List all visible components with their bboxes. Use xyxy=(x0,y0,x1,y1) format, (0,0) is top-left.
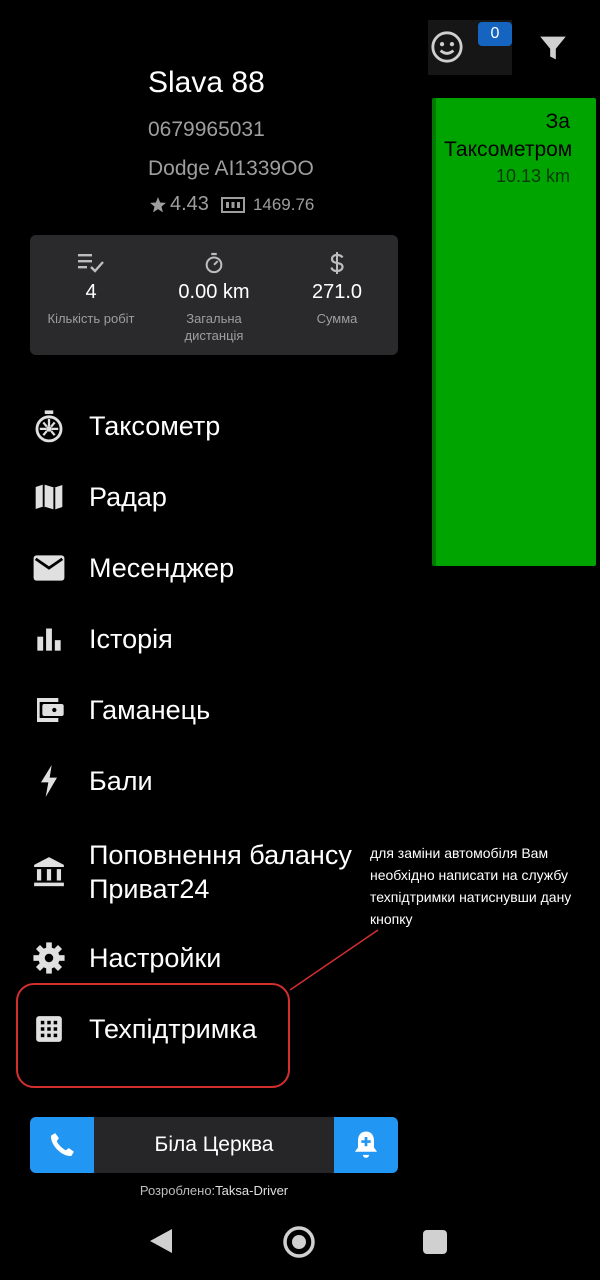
menu-item-label: Месенджер xyxy=(89,553,235,583)
city-bar: Біла Церква xyxy=(30,1117,398,1173)
stat-distance-label: Загальна дистанція xyxy=(184,311,244,343)
menu-item-label: Радар xyxy=(89,482,167,512)
menu-item-label: Бали xyxy=(89,766,153,796)
bar-chart-icon xyxy=(37,628,61,651)
menu-item-radar[interactable]: Радар xyxy=(30,469,410,525)
order-card-title: За Таксометром xyxy=(444,110,573,161)
back-icon[interactable] xyxy=(148,1227,174,1255)
balance-icon xyxy=(220,196,245,213)
order-card-distance: 10.13 km xyxy=(495,166,570,186)
rating-row: 4.43 1469.76 xyxy=(148,193,314,216)
stat-jobs-label: Кількість робіт xyxy=(47,311,135,326)
call-button[interactable] xyxy=(30,1117,94,1173)
bank-icon xyxy=(34,857,64,887)
stat-distance-value: 0.00 km xyxy=(178,281,250,303)
alert-button[interactable] xyxy=(334,1117,398,1173)
credits-author: Taksa-Driver xyxy=(215,1183,289,1198)
menu-item-label: Настройки xyxy=(89,943,222,973)
stat-jobs: 4 Кількість робіт xyxy=(30,249,152,327)
phone-icon xyxy=(50,1133,74,1157)
balance-value: 1469.76 xyxy=(252,194,315,214)
stat-distance: 0.00 km Загальна дистанція xyxy=(153,249,275,344)
stat-sum: 271.0 Сумма xyxy=(276,249,398,327)
credits-prefix: Розроблено: xyxy=(139,1183,216,1198)
navigation-drawer: Slava 88 0679965031 Dodge AI1339OO 4.43 … xyxy=(0,0,418,1280)
city-name[interactable]: Біла Церква xyxy=(94,1117,334,1173)
rating-value: 4.43 xyxy=(170,193,209,215)
mail-icon xyxy=(33,555,65,581)
stats-panel: 4 Кількість робіт 0.00 km Загальна диста… xyxy=(30,235,398,355)
stat-sum-value: 271.0 xyxy=(311,281,363,303)
recent-apps-icon[interactable] xyxy=(422,1229,448,1255)
timer-icon xyxy=(205,252,223,274)
annotation-text: для заміни автомобіля Вам необхідно напи… xyxy=(370,845,572,927)
driver-car: Dodge AI1339OO xyxy=(148,157,314,180)
credits: Розроблено:Taksa-Driver xyxy=(0,1183,428,1198)
menu-item-label: Історія xyxy=(89,624,173,654)
gear-icon xyxy=(33,942,65,974)
menu-item-taximeter[interactable]: Таксометр xyxy=(30,398,410,454)
order-card[interactable]: За Таксометром 10.13 km xyxy=(432,98,596,566)
system-navigation-bar xyxy=(0,1205,600,1280)
menu-item-label: Гаманець xyxy=(89,695,211,725)
checklist-icon xyxy=(78,254,104,273)
stat-jobs-value: 4 xyxy=(85,281,97,303)
star-icon xyxy=(150,196,166,212)
support-highlight xyxy=(16,983,290,1088)
driver-phone: 0679965031 xyxy=(148,118,265,141)
home-icon[interactable] xyxy=(282,1225,316,1259)
bell-plus-icon xyxy=(354,1131,378,1158)
taximeter-icon xyxy=(35,410,63,443)
menu-item-history[interactable]: Історія xyxy=(30,611,410,667)
wallet-icon xyxy=(37,698,64,722)
smiley-icon[interactable] xyxy=(430,30,464,64)
menu-item-points[interactable]: Бали xyxy=(30,753,410,809)
menu-item-wallet[interactable]: Гаманець xyxy=(30,682,410,738)
menu-item-label: Поповнення балансу Приват24 xyxy=(89,840,352,904)
dollar-icon xyxy=(330,252,344,274)
menu-item-messenger[interactable]: Месенджер xyxy=(30,540,410,596)
map-icon xyxy=(35,484,63,510)
menu-item-settings[interactable]: Настройки xyxy=(30,930,410,986)
stat-sum-label: Сумма xyxy=(316,311,358,326)
notification-badge: 0 xyxy=(478,22,512,46)
menu-item-label: Таксометр xyxy=(89,411,221,441)
filter-icon[interactable] xyxy=(536,30,570,66)
menu-item-topup[interactable]: Поповнення балансу Приват24 xyxy=(30,836,410,908)
driver-name: Slava 88 xyxy=(148,66,265,99)
bolt-icon xyxy=(41,765,57,797)
